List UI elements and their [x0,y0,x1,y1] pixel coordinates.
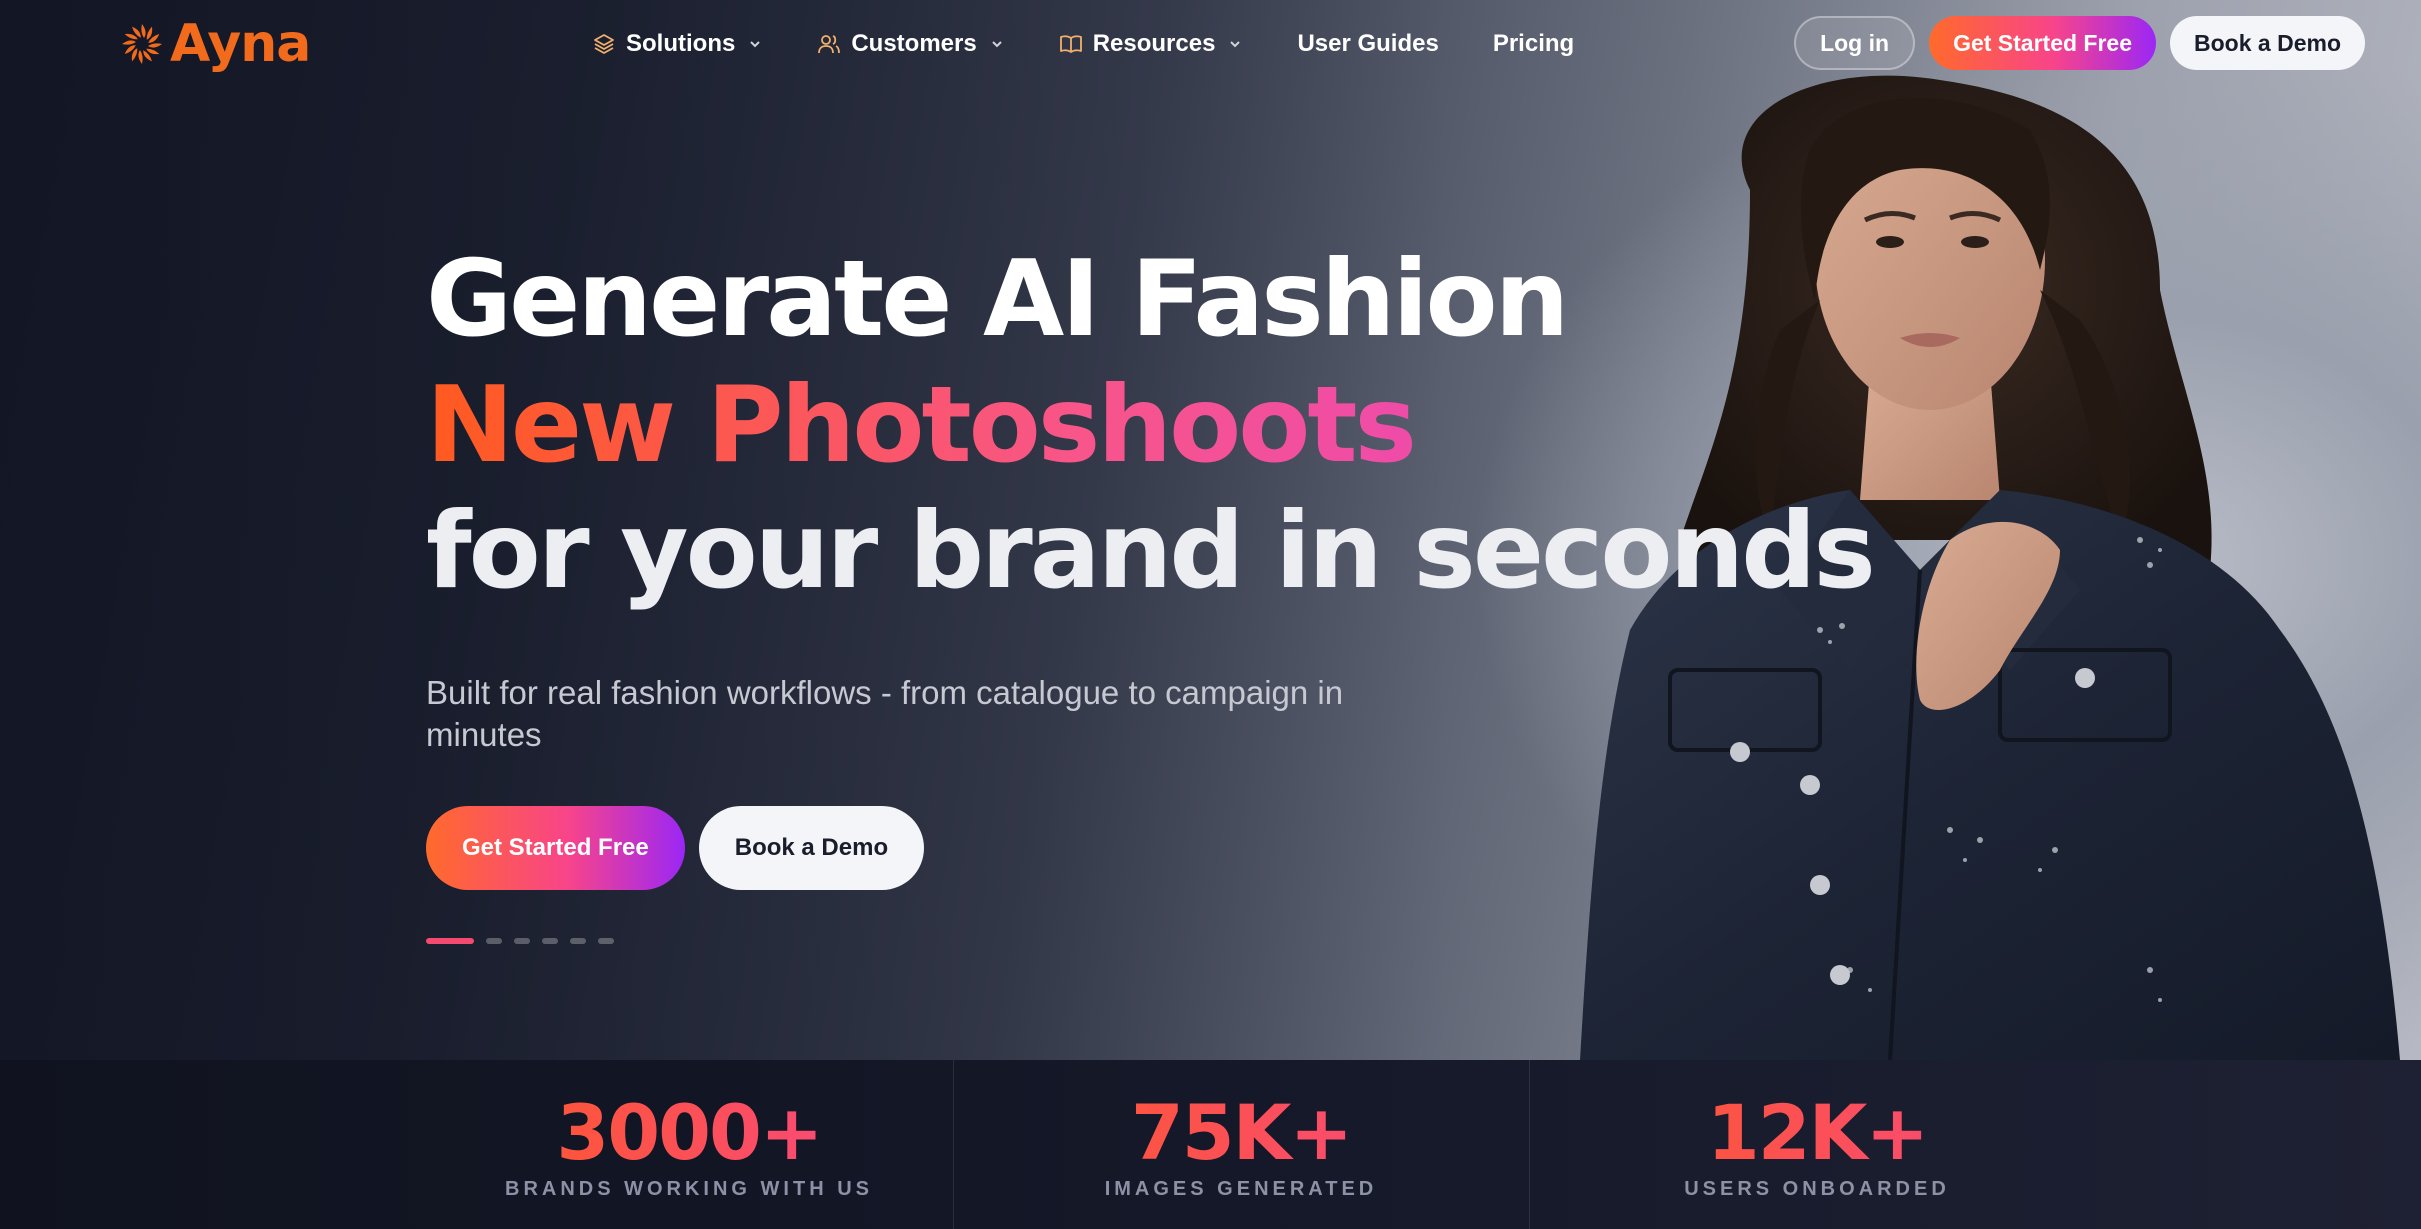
hero-book-demo-button[interactable]: Book a Demo [698,806,925,890]
nav-customers[interactable]: Customers [817,30,1004,58]
nav-pricing-label: Pricing [1492,30,1575,57]
nav-resources-label: Resources [1092,30,1216,57]
hero-subtitle: Built for real fashion workflows - from … [426,674,1344,753]
headline-line-3: for your brand in seconds [426,490,1876,612]
chevron-down-icon [1230,41,1241,48]
stat-users: 12K+ USERS ONBOARDED [1530,1060,2104,1229]
nav-actions: Log in Get Started Free Book a Demo [1794,16,2365,70]
stat-brands-value: 3000+ [426,1090,952,1176]
nav-customers-label: Customers [851,30,977,57]
carousel-indicators [426,938,1873,944]
chevron-down-icon [991,41,1002,48]
logo-sunburst-icon [122,24,162,64]
stats-bar: 3000+ BRANDS WORKING WITH US 75K+ IMAGES… [0,1060,2421,1229]
nav-book-demo-button[interactable]: Book a Demo [2170,16,2365,70]
hero-cta-group: Get Started Free Book a Demo [426,806,1873,890]
stat-images-label: IMAGES GENERATED [1104,1178,1378,1200]
carousel-dot-4[interactable] [542,938,558,944]
stat-brands: 3000+ BRANDS WORKING WITH US [426,1060,952,1229]
book-icon [1059,35,1082,53]
main-menu: Solutions Customers Resources User Guide… [592,24,1628,64]
hero-get-started-button[interactable]: Get Started Free [426,806,685,890]
stat-images-value: 75K+ [954,1090,1528,1176]
nav-pricing[interactable]: Pricing [1493,30,1574,58]
nav-user-guides[interactable]: User Guides [1297,30,1438,58]
stat-users-value: 12K+ [1530,1090,2104,1176]
carousel-dot-3[interactable] [514,938,530,944]
stat-brands-label: BRANDS WORKING WITH US [505,1178,873,1200]
nav-solutions-label: Solutions [626,30,736,57]
login-button[interactable]: Log in [1794,16,1916,70]
carousel-dot-5[interactable] [570,938,586,944]
hero-copy: Generate AI Fashion New Photoshoots for … [426,236,1876,944]
nav-solutions[interactable]: Solutions [592,30,763,58]
layers-icon [594,34,614,54]
carousel-dot-2[interactable] [486,938,502,944]
stat-images: 75K+ IMAGES GENERATED [954,1060,1528,1229]
nav-user-guides-label: User Guides [1297,30,1439,57]
brand-name: Ayna [170,14,311,74]
stat-users-label: USERS ONBOARDED [1684,1178,1950,1200]
headline-line-1: Generate AI Fashion [426,238,1569,360]
users-icon [818,35,841,54]
carousel-dot-1[interactable] [426,938,474,944]
brand-logo[interactable]: Ayna [118,14,311,74]
carousel-dot-6[interactable] [598,938,614,944]
nav-get-started-button[interactable]: Get Started Free [1929,16,2157,70]
headline-line-2: New Photoshoots [426,362,1873,488]
nav-resources[interactable]: Resources [1059,30,1244,58]
top-navigation: Ayna Solutions Customers Resources User … [0,0,2421,88]
chevron-down-icon [750,41,761,48]
